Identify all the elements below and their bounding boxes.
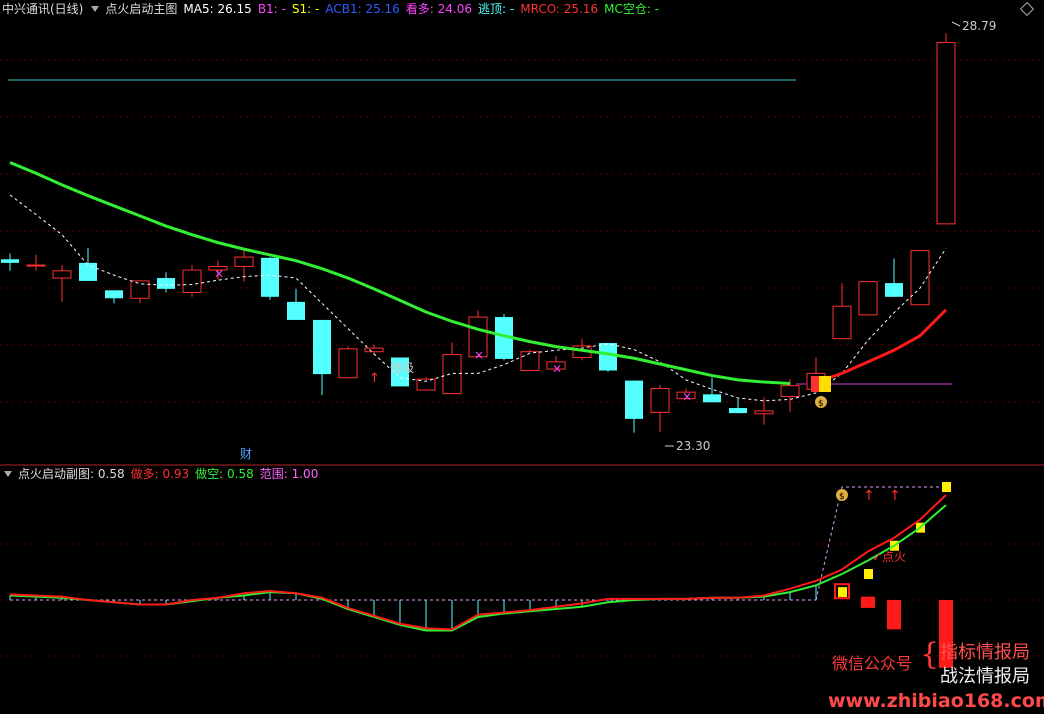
sub-chart-panel[interactable]: $ ↑ ↑ (9, 482, 953, 668)
low-price-label: 23.30 (676, 439, 710, 453)
main-indicator-item: 看多: 24.06 (405, 2, 473, 16)
sell-x-marker: × (474, 348, 484, 362)
candle-body (442, 354, 462, 395)
main-indicator-item: MC空仓: - (604, 2, 660, 16)
main-header: 中兴通讯(日线) 点火启动主图 MA5: 26.15 B1: - S1: - ACB1: … (2, 0, 671, 18)
candle-body (261, 257, 279, 297)
candle-body (1, 259, 19, 263)
main-indicator-values: MA5: 26.15 B1: - S1: - ACB1: 25.16 看多: 24.06… (183, 2, 665, 16)
candle-body (650, 388, 670, 413)
sell-x-marker: × (552, 361, 562, 375)
sub-indicator-item: 做多: 0.93 (130, 467, 190, 481)
sub-header: 点火启动副图: 0.58 做多: 0.93 做空: 0.58 范围: 1.00 (2, 465, 330, 483)
candle-body (858, 281, 878, 316)
candle-body (338, 348, 358, 379)
candle-body (26, 264, 46, 267)
candle-body (520, 351, 540, 371)
candle-body (234, 256, 254, 267)
main-indicator-item: S1: - (291, 2, 320, 16)
candle-body (703, 394, 721, 403)
main-chart-panel[interactable]: × × × × ↑ $ (1, 21, 961, 447)
candle-body (182, 269, 202, 293)
money-bag-symbol: $ (839, 492, 845, 502)
candle-body (287, 301, 305, 320)
candle-body (754, 410, 774, 415)
main-indicator-name[interactable]: 点火启动主图 (105, 2, 177, 16)
candle-body (599, 343, 617, 371)
candle-body (313, 319, 331, 375)
sub-signal-square (838, 587, 847, 598)
candle-body (832, 305, 852, 340)
money-bag-symbol: $ (818, 399, 824, 409)
ignite-block (819, 376, 831, 392)
sub-red-block (887, 600, 901, 630)
sub-indicator-values: 做多: 0.93 做空: 0.58 范围: 1.00 (131, 467, 325, 481)
sell-x-marker: × (682, 390, 692, 404)
candle-body (79, 262, 97, 281)
sell-x-marker: × (214, 266, 224, 280)
ma5-line (9, 194, 947, 402)
sub-red-block (861, 596, 875, 608)
sub-indicator-item: 做空: 0.58 (195, 467, 254, 481)
watermark-line1: 指标情报局 (940, 642, 1030, 663)
candle-body (130, 280, 150, 299)
main-indicator-item: MA5: 26.15 (183, 2, 252, 16)
main-indicator-item: 逃顶: - (478, 2, 515, 16)
ignite-block (811, 376, 819, 392)
mc-line (9, 161, 791, 385)
stock-chart[interactable]: × × × × ↑ $ $ ↑ ↑ 28.79 23.30 低吸 财 ✓点火 (0, 0, 1044, 714)
sub-indicator-name[interactable]: 点火启动副图 (18, 467, 90, 481)
high-pointer (951, 21, 961, 27)
stock-name[interactable]: 中兴通讯(日线) (2, 2, 83, 16)
sub-up-arrow-icon: ↑ (863, 488, 875, 504)
sub-indicator-value: : 0.58 (90, 467, 125, 481)
candle-body (885, 283, 903, 297)
candle-body (625, 380, 643, 419)
watermark-site: www.zhibiao168.com (828, 690, 1044, 712)
candle-body (364, 347, 384, 353)
finance-marker[interactable]: 财 (240, 447, 252, 461)
main-indicator-item: ACB1: 25.16 (325, 2, 400, 16)
buy-arrow-icon: ↑ (369, 371, 380, 386)
candle-body (780, 385, 800, 397)
main-indicator-item: MRCO: 25.16 (520, 2, 599, 16)
candle-body (52, 270, 72, 279)
watermark-line2: 战法情报局 (940, 666, 1030, 687)
sub-signal-square (942, 482, 951, 492)
candle-body (936, 42, 956, 225)
sub-up-arrow-icon: ↑ (889, 488, 901, 504)
low-buy-label: 低吸 (390, 361, 414, 375)
candle-body (105, 290, 123, 299)
main-indicator-item: B1: - (257, 2, 286, 16)
watermark-wechat: 微信公众号 (832, 654, 913, 673)
candle-body (729, 408, 747, 414)
watermark-brace: { (920, 637, 940, 672)
chevron-down-icon[interactable] (4, 471, 12, 477)
ignite-label: ✓点火 (872, 550, 906, 564)
chevron-down-icon[interactable] (91, 6, 100, 12)
sub-signal-square (864, 569, 873, 580)
high-price-label: 28.79 (962, 19, 996, 33)
candle-body (157, 278, 175, 289)
sub-indicator-item: 范围: 1.00 (259, 467, 319, 481)
